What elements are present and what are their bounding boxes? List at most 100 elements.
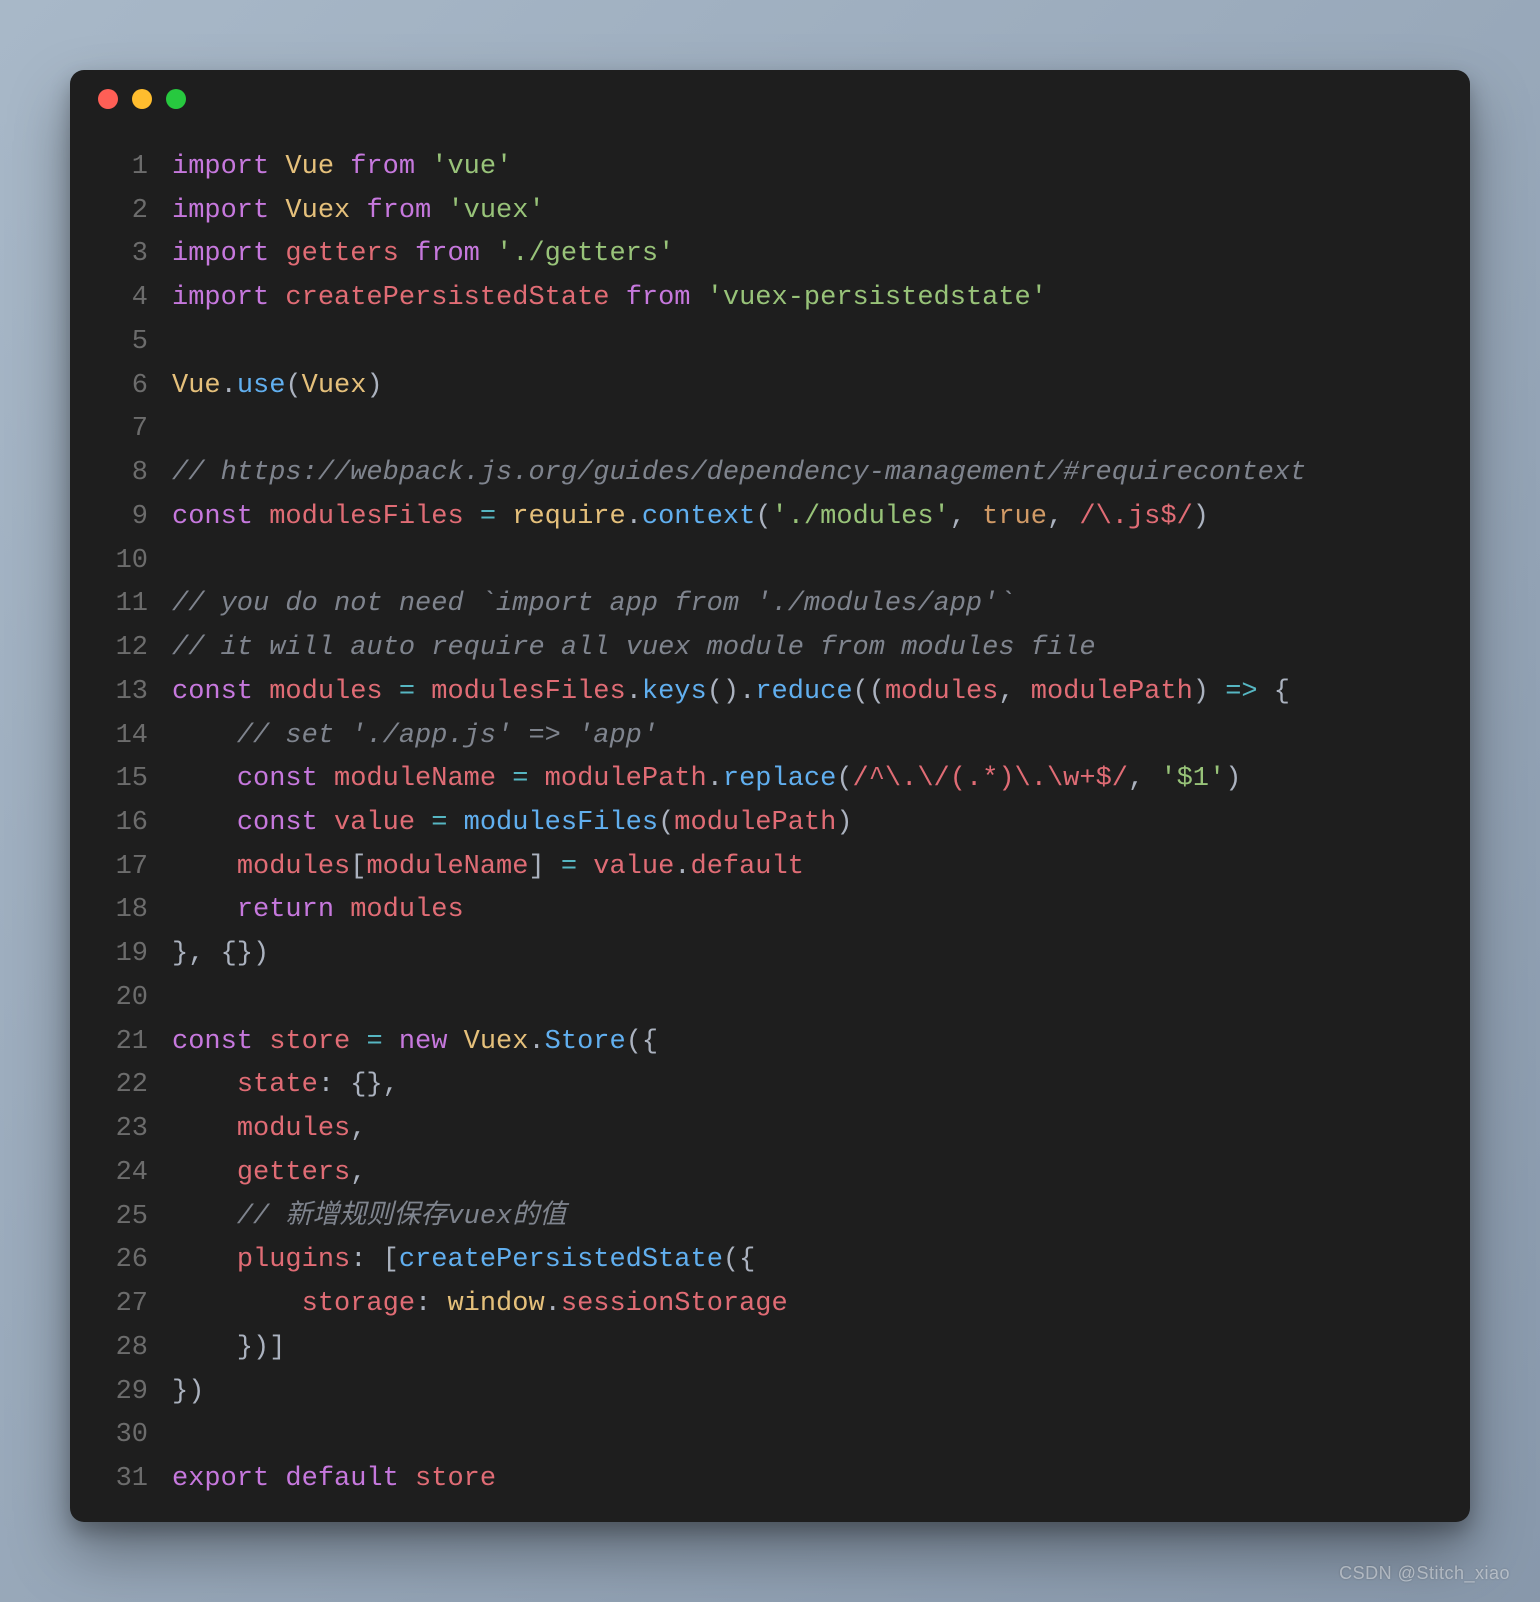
line-number: 7	[88, 408, 172, 452]
line-number: 10	[88, 540, 172, 584]
line-number: 29	[88, 1371, 172, 1415]
code-line: 2import Vuex from 'vuex'	[88, 190, 1446, 234]
code-content	[172, 540, 188, 584]
code-line: 12// it will auto require all vuex modul…	[88, 627, 1446, 671]
code-content	[172, 321, 188, 365]
line-number: 3	[88, 233, 172, 277]
code-line: 23 modules,	[88, 1108, 1446, 1152]
code-line: 27 storage: window.sessionStorage	[88, 1283, 1446, 1327]
line-number: 9	[88, 496, 172, 540]
window-titlebar	[70, 70, 1470, 128]
code-line: 30	[88, 1414, 1446, 1458]
line-number: 2	[88, 190, 172, 234]
code-line: 15 const moduleName = modulePath.replace…	[88, 758, 1446, 802]
code-line: 20	[88, 977, 1446, 1021]
code-editor: 1import Vue from 'vue'2import Vuex from …	[70, 128, 1470, 1522]
code-content: const moduleName = modulePath.replace(/^…	[172, 758, 1241, 802]
code-line: 3import getters from './getters'	[88, 233, 1446, 277]
line-number: 30	[88, 1414, 172, 1458]
code-line: 13const modules = modulesFiles.keys().re…	[88, 671, 1446, 715]
code-content: // https://webpack.js.org/guides/depende…	[172, 452, 1306, 496]
code-line: 18 return modules	[88, 889, 1446, 933]
code-line: 4import createPersistedState from 'vuex-…	[88, 277, 1446, 321]
line-number: 22	[88, 1064, 172, 1108]
line-number: 17	[88, 846, 172, 890]
code-content	[172, 977, 188, 1021]
code-content: // you do not need `import app from './m…	[172, 583, 1015, 627]
code-content: plugins: [createPersistedState({	[172, 1239, 755, 1283]
line-number: 5	[88, 321, 172, 365]
code-content: import createPersistedState from 'vuex-p…	[172, 277, 1047, 321]
line-number: 15	[88, 758, 172, 802]
code-content: import getters from './getters'	[172, 233, 674, 277]
line-number: 18	[88, 889, 172, 933]
code-content	[172, 1414, 188, 1458]
line-number: 16	[88, 802, 172, 846]
code-line: 16 const value = modulesFiles(modulePath…	[88, 802, 1446, 846]
code-content: const value = modulesFiles(modulePath)	[172, 802, 853, 846]
code-content: modules,	[172, 1108, 366, 1152]
code-line: 10	[88, 540, 1446, 584]
code-content: // set './app.js' => 'app'	[172, 715, 658, 759]
code-line: 26 plugins: [createPersistedState({	[88, 1239, 1446, 1283]
code-content: })]	[172, 1327, 285, 1371]
line-number: 14	[88, 715, 172, 759]
code-content: import Vuex from 'vuex'	[172, 190, 545, 234]
code-line: 5	[88, 321, 1446, 365]
code-content: // 新增规则保存vuex的值	[172, 1196, 566, 1240]
code-line: 8// https://webpack.js.org/guides/depend…	[88, 452, 1446, 496]
watermark-text: CSDN @Stitch_xiao	[1339, 1563, 1510, 1584]
code-content: const modules = modulesFiles.keys().redu…	[172, 671, 1290, 715]
line-number: 12	[88, 627, 172, 671]
line-number: 1	[88, 146, 172, 190]
code-content: const modulesFiles = require.context('./…	[172, 496, 1209, 540]
code-line: 11// you do not need `import app from '.…	[88, 583, 1446, 627]
code-line: 17 modules[moduleName] = value.default	[88, 846, 1446, 890]
line-number: 21	[88, 1021, 172, 1065]
line-number: 20	[88, 977, 172, 1021]
code-content: import Vue from 'vue'	[172, 146, 512, 190]
code-content: export default store	[172, 1458, 496, 1502]
line-number: 23	[88, 1108, 172, 1152]
line-number: 24	[88, 1152, 172, 1196]
code-content: state: {},	[172, 1064, 399, 1108]
code-line: 6Vue.use(Vuex)	[88, 365, 1446, 409]
code-content	[172, 408, 188, 452]
code-content: return modules	[172, 889, 464, 933]
code-content: storage: window.sessionStorage	[172, 1283, 788, 1327]
line-number: 27	[88, 1283, 172, 1327]
line-number: 25	[88, 1196, 172, 1240]
line-number: 28	[88, 1327, 172, 1371]
line-number: 31	[88, 1458, 172, 1502]
minimize-icon[interactable]	[132, 89, 152, 109]
line-number: 26	[88, 1239, 172, 1283]
close-icon[interactable]	[98, 89, 118, 109]
code-content: getters,	[172, 1152, 366, 1196]
code-line: 22 state: {},	[88, 1064, 1446, 1108]
code-line: 14 // set './app.js' => 'app'	[88, 715, 1446, 759]
line-number: 13	[88, 671, 172, 715]
code-line: 31export default store	[88, 1458, 1446, 1502]
line-number: 8	[88, 452, 172, 496]
code-line: 28 })]	[88, 1327, 1446, 1371]
code-line: 7	[88, 408, 1446, 452]
code-content: const store = new Vuex.Store({	[172, 1021, 658, 1065]
code-content: }, {})	[172, 933, 269, 977]
line-number: 19	[88, 933, 172, 977]
line-number: 4	[88, 277, 172, 321]
zoom-icon[interactable]	[166, 89, 186, 109]
code-content: modules[moduleName] = value.default	[172, 846, 804, 890]
code-line: 25 // 新增规则保存vuex的值	[88, 1196, 1446, 1240]
code-line: 24 getters,	[88, 1152, 1446, 1196]
code-window: 1import Vue from 'vue'2import Vuex from …	[70, 70, 1470, 1522]
code-content: // it will auto require all vuex module …	[172, 627, 1096, 671]
code-line: 21const store = new Vuex.Store({	[88, 1021, 1446, 1065]
code-content: })	[172, 1371, 204, 1415]
code-line: 29})	[88, 1371, 1446, 1415]
code-line: 1import Vue from 'vue'	[88, 146, 1446, 190]
line-number: 11	[88, 583, 172, 627]
code-content: Vue.use(Vuex)	[172, 365, 383, 409]
code-line: 9const modulesFiles = require.context('.…	[88, 496, 1446, 540]
code-line: 19}, {})	[88, 933, 1446, 977]
line-number: 6	[88, 365, 172, 409]
